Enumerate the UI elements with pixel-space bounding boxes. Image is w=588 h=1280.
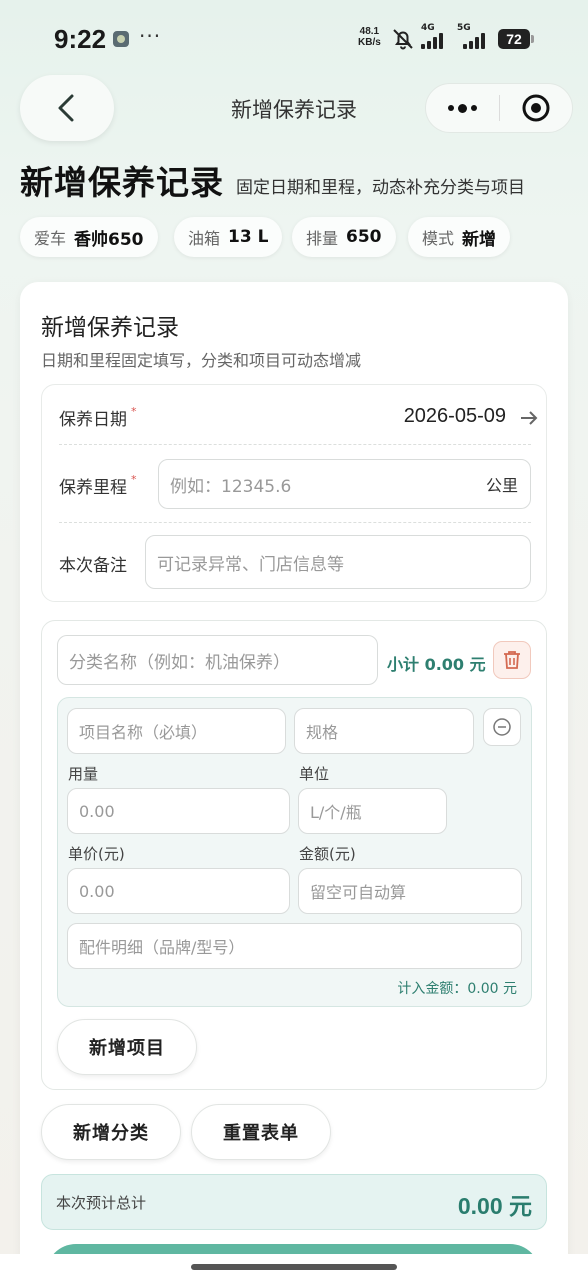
required-mark: *	[131, 405, 137, 418]
price-label: 单价(元)	[68, 845, 125, 863]
basic-info-section: 保养日期 * 2026-05-09 保养里程 * 例如：12345.6 公里 本次备…	[41, 384, 547, 602]
chip-tank: 油箱 13 L	[174, 217, 283, 257]
total-label: 本次预计总计	[56, 1194, 147, 1212]
note-label: 本次备注	[59, 556, 127, 576]
status-time: 9:22	[54, 24, 107, 54]
chip-value: 650	[346, 227, 382, 247]
amount-placeholder: 留空可自动算	[310, 883, 407, 902]
mute-bell-icon	[393, 29, 413, 50]
required-mark: *	[131, 473, 137, 486]
status-more-icon: ···	[139, 24, 162, 48]
item-spec-placeholder: 规格	[306, 723, 339, 742]
note-input[interactable]: 可记录异常、门店信息等	[145, 535, 531, 589]
more-menu-button[interactable]	[426, 84, 499, 132]
trash-icon	[504, 651, 520, 669]
qty-placeholder: 0.00	[79, 801, 115, 821]
target-close-icon	[522, 94, 550, 122]
parts-placeholder: 配件明细（品牌/型号）	[79, 938, 245, 957]
item-counted-amount: 计入金额：0.00 元	[397, 981, 517, 997]
chip-value: 香帅650	[74, 229, 144, 250]
form-title: 新增保养记录	[41, 315, 179, 341]
add-item-button[interactable]: 新增项目	[57, 1019, 197, 1075]
minus-circle-icon	[493, 718, 511, 736]
mileage-placeholder: 例如：12345.6	[170, 476, 292, 497]
item-spec-input[interactable]: 规格	[294, 708, 474, 754]
item-entry: 项目名称（必填） 规格 用量 单位 0.00 L/个/瓶 单价(元) 金额(元)	[57, 697, 532, 1007]
form-description: 日期和里程固定填写，分类和项目可动态增减	[41, 351, 362, 370]
note-placeholder: 可记录异常、门店信息等	[157, 554, 344, 575]
chip-key: 排量	[306, 229, 339, 248]
home-indicator[interactable]	[191, 1264, 397, 1270]
category-name-input[interactable]: 分类名称（例如：机油保养）	[57, 635, 378, 685]
status-bar: 9:22 ··· 48.1 KB/s 4G 5G 72	[0, 0, 588, 80]
item-unit-input[interactable]: L/个/瓶	[298, 788, 447, 834]
remove-item-button[interactable]	[483, 708, 521, 746]
item-amount-input[interactable]: 留空可自动算	[298, 868, 522, 914]
network-speed-value: 48.1	[359, 26, 380, 37]
item-parts-input[interactable]: 配件明细（品牌/型号）	[67, 923, 522, 969]
sim2-network-label: 5G	[457, 23, 471, 33]
chip-car: 爱车 香帅650	[20, 217, 158, 257]
chip-key: 模式	[422, 229, 455, 248]
chip-value: 新增	[462, 229, 497, 250]
network-speed-unit: KB/s	[358, 37, 381, 48]
add-category-button[interactable]: 新增分类	[41, 1104, 181, 1160]
mileage-unit: 公里	[485, 476, 518, 495]
mileage-input[interactable]: 例如：12345.6 公里	[158, 459, 531, 509]
total-value: 0.00 元	[457, 1193, 532, 1219]
date-value[interactable]: 2026-05-09	[404, 405, 506, 428]
item-price-input[interactable]: 0.00	[67, 868, 290, 914]
item-name-placeholder: 项目名称（必填）	[79, 723, 208, 742]
unit-label: 单位	[299, 765, 330, 783]
date-picker-button[interactable]	[514, 403, 544, 433]
delete-category-button[interactable]	[493, 641, 531, 679]
category-subtotal: 小计 0.00 元	[387, 655, 486, 674]
chip-key: 油箱	[188, 229, 221, 248]
category-name-placeholder: 分类名称（例如：机油保养）	[69, 652, 290, 673]
chip-mode: 模式 新增	[408, 217, 511, 257]
chip-value: 13 L	[228, 227, 269, 247]
battery-icon: 72	[498, 29, 534, 49]
amount-label: 金额(元)	[299, 845, 356, 863]
item-qty-input[interactable]: 0.00	[67, 788, 290, 834]
maintenance-form-card: 新增保养记录 日期和里程固定填写，分类和项目可动态增减 保养日期 * 2026-0…	[20, 282, 568, 1280]
total-summary: 本次预计总计 0.00 元	[41, 1174, 547, 1230]
divider	[59, 522, 531, 523]
page-title: 新增保养记录	[20, 163, 224, 202]
divider	[59, 444, 531, 445]
app-notification-icon	[113, 31, 129, 47]
close-mini-program-button[interactable]	[500, 84, 572, 132]
unit-placeholder: L/个/瓶	[310, 803, 362, 822]
sim1-network-label: 4G	[421, 23, 435, 33]
reset-form-button[interactable]: 重置表单	[191, 1104, 331, 1160]
more-dots-icon	[448, 105, 454, 111]
arrow-right-icon	[521, 411, 538, 425]
mini-program-capsule	[425, 83, 573, 133]
item-name-input[interactable]: 项目名称（必填）	[67, 708, 286, 754]
page-subtitle: 固定日期和里程，动态补充分类与项目	[236, 178, 525, 198]
category-section: 分类名称（例如：机油保养） 小计 0.00 元 项目名称（必填） 规格 用量 单…	[41, 620, 547, 1090]
mileage-label: 保养里程 *	[59, 473, 137, 498]
chip-displacement: 排量 650	[292, 217, 396, 257]
date-label: 保养日期 *	[59, 405, 137, 430]
chip-key: 爱车	[34, 229, 67, 248]
price-placeholder: 0.00	[79, 881, 115, 901]
network-speed: 48.1 KB/s	[358, 26, 381, 48]
qty-label: 用量	[68, 765, 99, 783]
